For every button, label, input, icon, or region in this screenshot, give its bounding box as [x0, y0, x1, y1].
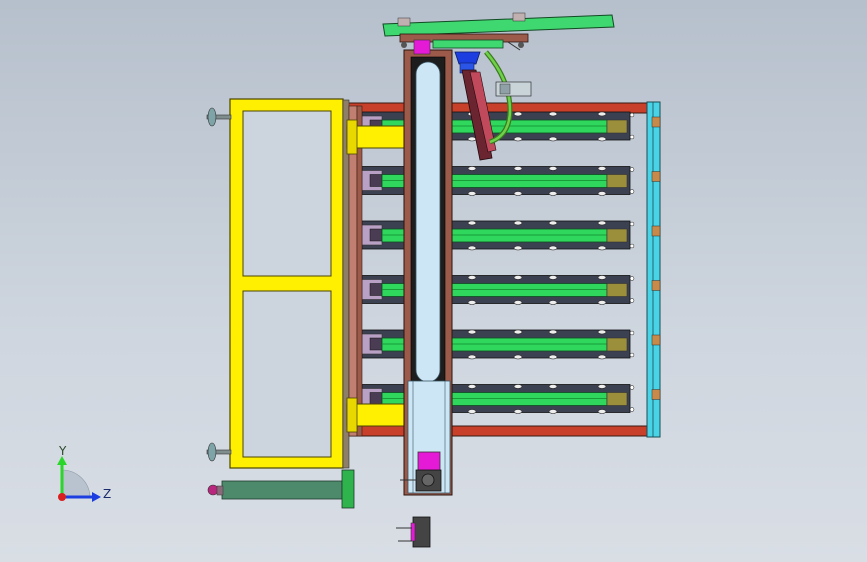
z-axis-arrow — [92, 492, 101, 502]
coordinate-triad: Y Z — [57, 444, 111, 502]
y-axis-label: Y — [58, 444, 67, 458]
x-axis-dot — [58, 493, 66, 501]
triad-arc — [61, 469, 91, 498]
z-axis-label: Z — [103, 487, 111, 501]
